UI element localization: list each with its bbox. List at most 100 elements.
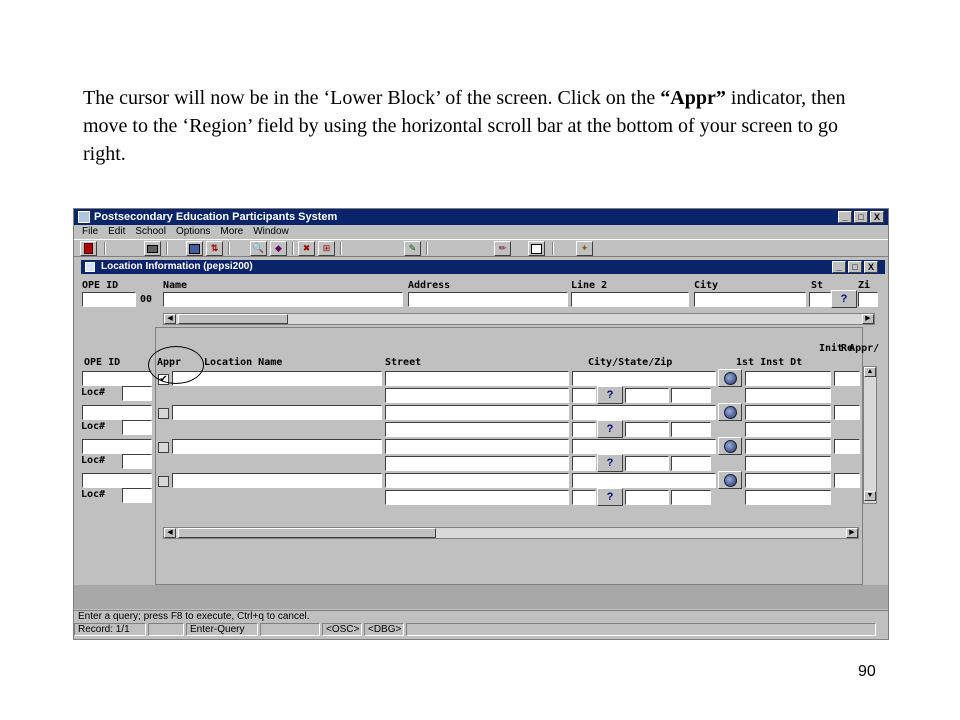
street-line2-field[interactable] — [385, 388, 569, 403]
loc-number-field[interactable] — [122, 454, 152, 469]
scroll-left-arrow-icon[interactable]: ◀ — [164, 314, 176, 324]
state-lov-button[interactable]: ? — [831, 290, 857, 308]
init-appr-field[interactable] — [745, 473, 831, 488]
loc-number-field[interactable] — [122, 488, 152, 503]
zip-field[interactable] — [625, 388, 669, 403]
scroll-right-arrow-icon[interactable]: ▶ — [862, 314, 874, 324]
globe-button[interactable] — [718, 471, 742, 489]
line2-field[interactable] — [571, 292, 689, 307]
state-field[interactable] — [572, 422, 596, 437]
zip4-field[interactable] — [671, 422, 711, 437]
maximize-button[interactable]: □ — [854, 211, 868, 223]
detail-ope-id-field[interactable] — [82, 439, 152, 454]
location-name-field[interactable] — [172, 371, 382, 386]
location-name-field[interactable] — [172, 473, 382, 488]
init-appr-field[interactable] — [745, 371, 831, 386]
appr-checkbox[interactable] — [158, 442, 169, 453]
first-inst-dt-field[interactable] — [745, 456, 831, 471]
state-lov-button[interactable]: ? — [597, 420, 623, 438]
region-field[interactable] — [834, 439, 860, 454]
detail-ope-id-field[interactable] — [82, 473, 152, 488]
state-lov-button[interactable]: ? — [597, 454, 623, 472]
state-lov-button[interactable]: ? — [597, 488, 623, 506]
region-field[interactable] — [834, 405, 860, 420]
globe-button[interactable] — [718, 437, 742, 455]
scroll-right-arrow-icon[interactable]: ▶ — [846, 528, 858, 538]
city-field[interactable] — [572, 405, 716, 420]
location-name-field[interactable] — [172, 439, 382, 454]
city-field[interactable] — [572, 439, 716, 454]
zip-field[interactable] — [625, 456, 669, 471]
inner-minimize-button[interactable]: _ — [832, 261, 846, 273]
minimize-button[interactable]: _ — [838, 211, 852, 223]
state-field[interactable] — [809, 292, 831, 307]
help-icon[interactable]: ✦ — [576, 241, 593, 256]
globe-button[interactable] — [718, 369, 742, 387]
init-appr-field[interactable] — [745, 405, 831, 420]
street-line2-field[interactable] — [385, 422, 569, 437]
street-line2-field[interactable] — [385, 490, 569, 505]
detail-hscrollbar[interactable]: ◀ ▶ — [163, 527, 859, 539]
street-field[interactable] — [385, 473, 569, 488]
region-field[interactable] — [834, 371, 860, 386]
zip-field[interactable] — [625, 422, 669, 437]
delete-icon[interactable]: ✖ — [298, 241, 315, 256]
address-field[interactable] — [408, 292, 568, 307]
menu-edit[interactable]: Edit — [108, 225, 125, 239]
state-field[interactable] — [572, 388, 596, 403]
zip4-field[interactable] — [671, 490, 711, 505]
city-field[interactable] — [572, 371, 716, 386]
exit-icon[interactable] — [80, 241, 97, 256]
clear-icon[interactable]: ✎ — [404, 241, 421, 256]
name-field[interactable] — [163, 292, 403, 307]
detail-ope-id-field[interactable] — [82, 405, 152, 420]
scroll-up-arrow-icon[interactable]: ▲ — [864, 367, 876, 377]
scroll-thumb[interactable] — [178, 528, 436, 538]
edit-icon[interactable]: ✏ — [494, 241, 511, 256]
print-icon[interactable] — [144, 241, 161, 256]
close-button[interactable]: X — [870, 211, 884, 223]
scroll-left-arrow-icon[interactable]: ◀ — [164, 528, 176, 538]
sort-icon[interactable]: ⇅ — [206, 241, 223, 256]
zip4-field[interactable] — [671, 388, 711, 403]
detail-ope-id-field[interactable] — [82, 371, 152, 386]
zip-field[interactable] — [625, 490, 669, 505]
first-inst-dt-field[interactable] — [745, 490, 831, 505]
menu-file[interactable]: File — [82, 225, 98, 239]
street-field[interactable] — [385, 371, 569, 386]
street-field[interactable] — [385, 405, 569, 420]
state-field[interactable] — [572, 490, 596, 505]
loc-number-field[interactable] — [122, 386, 152, 401]
execute-icon[interactable]: ◆ — [270, 241, 287, 256]
first-inst-dt-field[interactable] — [745, 388, 831, 403]
query-icon[interactable]: 🔍 — [250, 241, 267, 256]
appr-checkbox[interactable] — [158, 476, 169, 487]
insert-icon[interactable]: ⊞ — [318, 241, 335, 256]
ope-id-field[interactable] — [82, 292, 136, 307]
region-field[interactable] — [834, 473, 860, 488]
globe-button[interactable] — [718, 403, 742, 421]
save-icon[interactable] — [186, 241, 203, 256]
city-field[interactable] — [572, 473, 716, 488]
zip4-field[interactable] — [671, 456, 711, 471]
city-field[interactable] — [694, 292, 806, 307]
menu-more[interactable]: More — [220, 225, 243, 239]
state-lov-button[interactable]: ? — [597, 386, 623, 404]
list-icon[interactable] — [528, 241, 545, 256]
scroll-down-arrow-icon[interactable]: ▼ — [864, 491, 876, 501]
zip-field[interactable] — [858, 292, 878, 307]
street-line2-field[interactable] — [385, 456, 569, 471]
street-field[interactable] — [385, 439, 569, 454]
state-field[interactable] — [572, 456, 596, 471]
scroll-thumb[interactable] — [178, 314, 288, 324]
location-name-field[interactable] — [172, 405, 382, 420]
master-hscrollbar[interactable]: ◀ ▶ — [163, 313, 875, 325]
appr-checkbox[interactable] — [158, 408, 169, 419]
detail-vscrollbar[interactable]: ▲ ▼ — [863, 366, 877, 504]
menu-window[interactable]: Window — [253, 225, 289, 239]
menu-school[interactable]: School — [135, 225, 166, 239]
inner-maximize-button[interactable]: □ — [848, 261, 862, 273]
loc-number-field[interactable] — [122, 420, 152, 435]
first-inst-dt-field[interactable] — [745, 422, 831, 437]
menu-options[interactable]: Options — [176, 225, 210, 239]
